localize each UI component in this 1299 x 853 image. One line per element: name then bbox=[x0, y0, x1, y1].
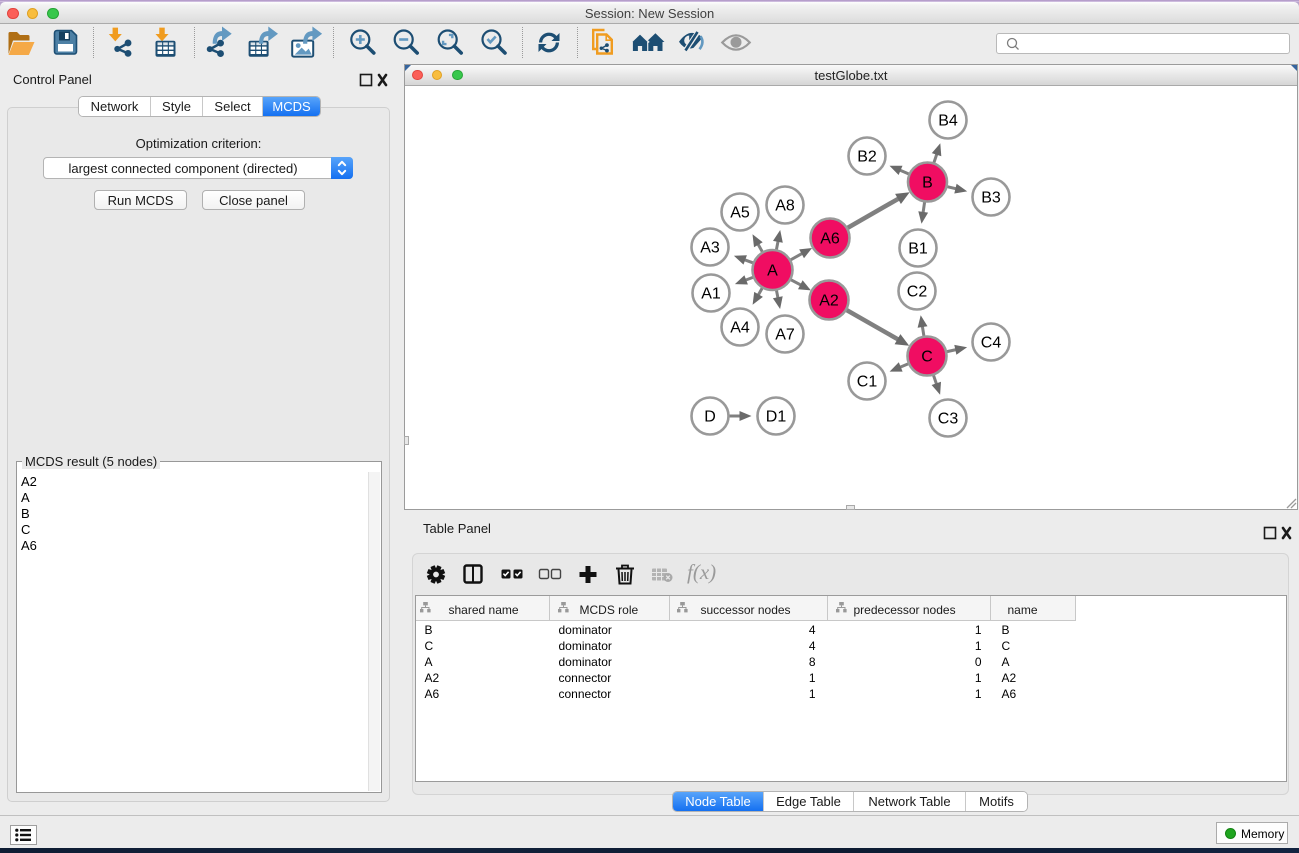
svg-text:C3: C3 bbox=[938, 411, 959, 428]
svg-text:B4: B4 bbox=[938, 113, 958, 130]
svg-text:B2: B2 bbox=[857, 149, 877, 166]
svg-text:A8: A8 bbox=[775, 198, 795, 215]
svg-text:C4: C4 bbox=[981, 335, 1002, 352]
svg-text:A7: A7 bbox=[775, 327, 795, 344]
svg-text:A5: A5 bbox=[730, 205, 750, 222]
svg-text:C2: C2 bbox=[907, 284, 928, 301]
svg-text:B3: B3 bbox=[981, 190, 1001, 207]
svg-text:D1: D1 bbox=[766, 409, 787, 426]
svg-text:A1: A1 bbox=[701, 286, 721, 303]
svg-text:B: B bbox=[922, 175, 933, 192]
svg-text:A6: A6 bbox=[820, 231, 840, 248]
svg-text:A3: A3 bbox=[700, 240, 720, 257]
svg-text:A2: A2 bbox=[819, 293, 839, 310]
svg-text:A4: A4 bbox=[730, 320, 750, 337]
svg-text:C: C bbox=[921, 349, 933, 366]
svg-text:B1: B1 bbox=[908, 241, 928, 258]
svg-text:C1: C1 bbox=[857, 374, 878, 391]
svg-text:A: A bbox=[767, 263, 778, 280]
svg-text:D: D bbox=[704, 409, 716, 426]
